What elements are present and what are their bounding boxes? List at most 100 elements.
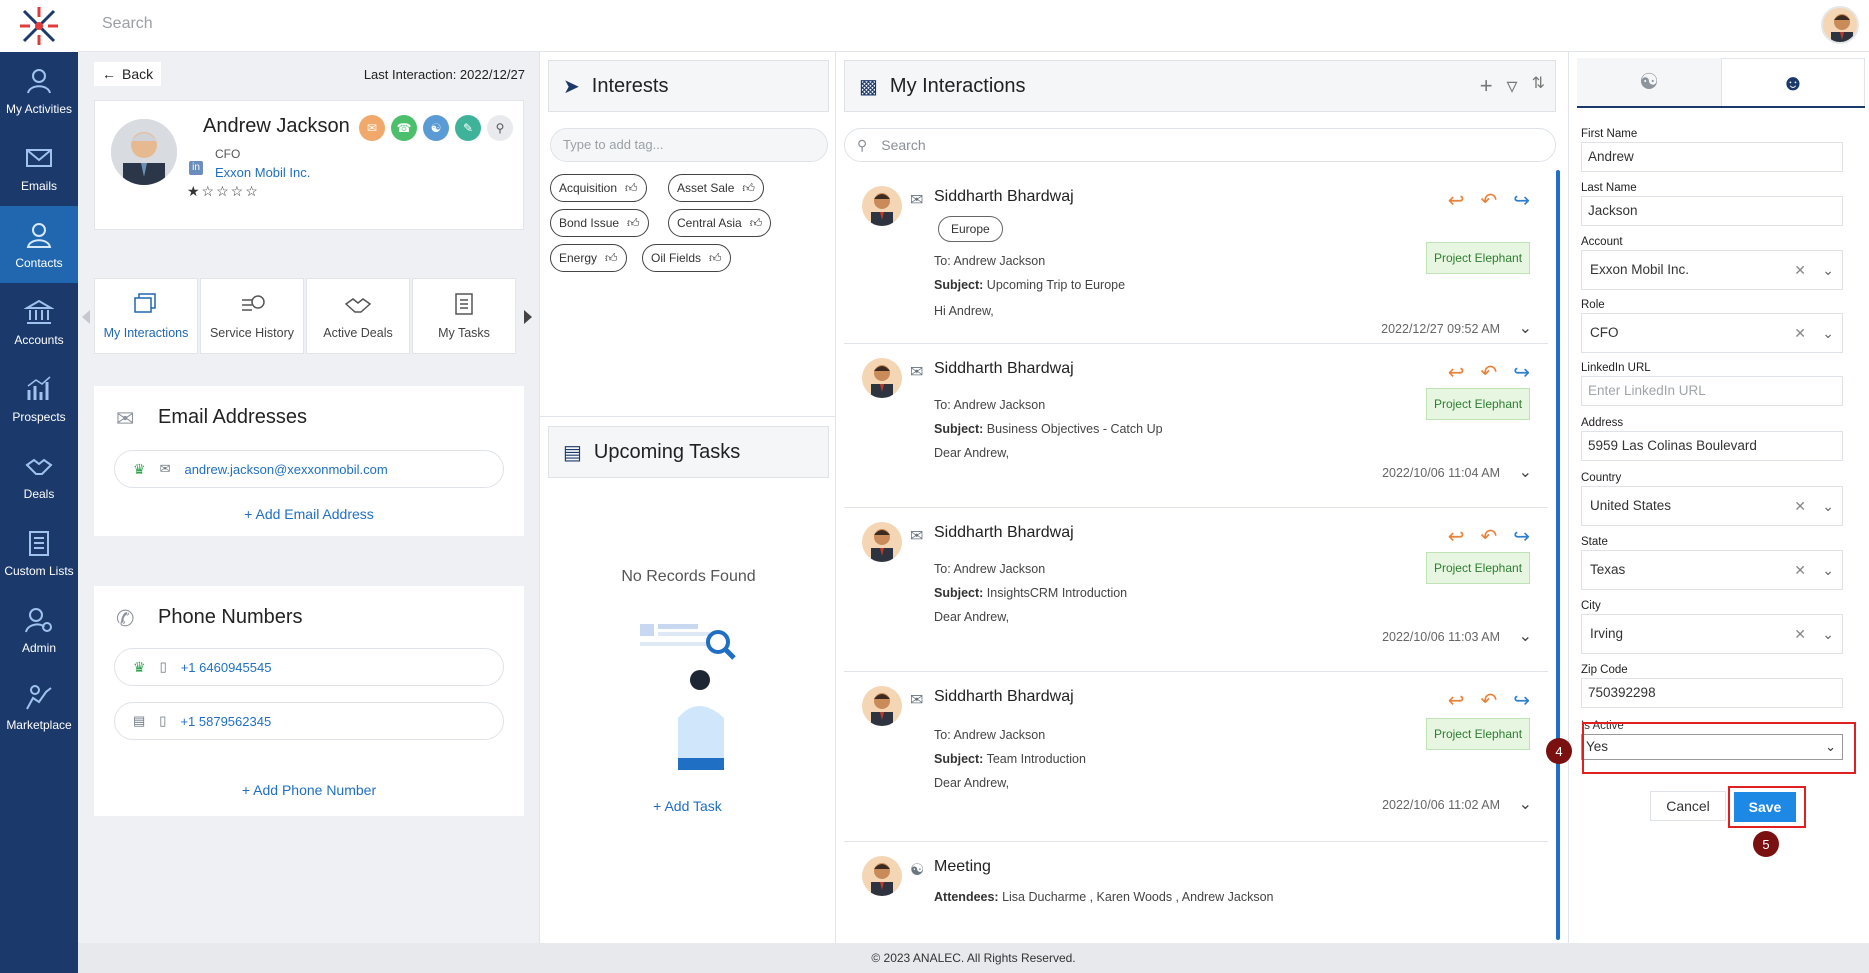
reply-icon[interactable]: ↩ [1448,360,1465,385]
chevron-down-icon[interactable]: ⌄ [1519,794,1532,814]
user-avatar[interactable] [1821,6,1859,44]
last-name-input[interactable]: Jackson [1581,196,1843,226]
phone-item[interactable]: ♛ ▯ +1 6460945545 [114,648,504,686]
nav-accounts[interactable]: Accounts [0,283,78,360]
chevron-down-icon[interactable]: ⌄ [1822,615,1834,653]
project-tag[interactable]: Project Elephant [1426,718,1530,750]
nav-contacts[interactable]: Contacts [0,206,78,283]
filter-icon[interactable]: ▿ [1507,73,1518,99]
interactions-search-input[interactable]: ⚲ Search [844,128,1556,162]
thumbs-up-icon[interactable]: 👍︎ [605,251,618,266]
add-email-link[interactable]: + Add Email Address [94,506,524,522]
chevron-down-icon[interactable]: ⌄ [1822,314,1834,352]
meeting-icon[interactable]: ☯ [423,115,449,141]
nav-emails[interactable]: Emails [0,129,78,206]
nav-admin[interactable]: Admin [0,591,78,668]
forward-icon[interactable]: ↪ [1513,360,1530,385]
app-logo[interactable] [0,0,78,52]
interest-tag[interactable]: Energy 👍︎ [550,244,627,272]
chevron-down-icon[interactable]: ⌄ [1519,626,1532,646]
interest-tag[interactable]: Acquisition 👍︎ [550,174,647,202]
tab-team[interactable]: ☯ [1577,58,1721,106]
thumbs-up-icon[interactable]: 👍︎ [627,216,640,231]
city-select[interactable]: Irving ✕ ⌄ [1581,614,1843,654]
reply-all-icon[interactable]: ↶ [1480,524,1497,549]
global-search-input[interactable]: Search [102,15,153,33]
add-task-link[interactable]: + Add Task [540,798,835,814]
clear-icon[interactable]: ✕ [1794,251,1806,289]
interaction-card[interactable]: ✉ Siddharth Bhardwaj To: Andrew Jackson … [844,508,1548,672]
state-select[interactable]: Texas ✕ ⌄ [1581,550,1843,590]
first-name-input[interactable]: Andrew [1581,142,1843,172]
phone-number[interactable]: +1 5879562345 [180,714,271,729]
scrollbar[interactable] [1556,170,1560,940]
rating-stars[interactable]: ★☆☆☆☆ [187,183,260,200]
region-chip[interactable]: Europe [938,216,1003,242]
add-icon[interactable]: + [1480,73,1493,99]
country-select[interactable]: United States ✕ ⌄ [1581,486,1843,526]
interest-tag[interactable]: Asset Sale 👍︎ [668,174,764,202]
project-tag[interactable]: Project Elephant [1426,242,1530,274]
nav-prospects[interactable]: Prospects [0,360,78,437]
account-select[interactable]: Exxon Mobil Inc. ✕ ⌄ [1581,250,1843,290]
linkedin-input[interactable]: Enter LinkedIn URL [1581,376,1843,406]
interaction-card[interactable]: ✉ Siddharth Bhardwaj To: Andrew Jackson … [844,672,1548,842]
clear-icon[interactable]: ✕ [1794,615,1806,653]
search-icon[interactable]: ⚲ [487,115,513,141]
add-phone-link[interactable]: + Add Phone Number [94,782,524,798]
email-item[interactable]: ♛ ✉ andrew.jackson@xexxonmobil.com [114,450,504,488]
chevron-down-icon[interactable]: ⌄ [1519,462,1532,482]
note-icon[interactable]: ✎ [455,115,481,141]
reply-icon[interactable]: ↩ [1448,688,1465,713]
email-address[interactable]: andrew.jackson@xexxonmobil.com [184,462,387,477]
nav-deals[interactable]: Deals [0,437,78,514]
back-button[interactable]: ← Back [94,62,162,86]
reply-all-icon[interactable]: ↶ [1480,688,1497,713]
interaction-card[interactable]: ☯ Meeting Attendees: Lisa Ducharme , Kar… [844,842,1548,922]
tab-my-interactions[interactable]: My Interactions [94,278,198,354]
zip-input[interactable]: 750392298 [1581,678,1843,708]
email-icon[interactable]: ✉ [359,115,385,141]
phone-icon[interactable]: ☎ [391,115,417,141]
chevron-down-icon[interactable]: ⌄ [1822,551,1834,589]
interaction-card[interactable]: ✉ Siddharth Bhardwaj Europe To: Andrew J… [844,172,1548,344]
thumbs-up-icon[interactable]: 👍︎ [625,181,638,196]
nav-marketplace[interactable]: Marketplace [0,668,78,745]
forward-icon[interactable]: ↪ [1513,188,1530,213]
cancel-button[interactable]: Cancel [1650,791,1726,821]
tab-my-tasks[interactable]: My Tasks [412,278,516,354]
role-select[interactable]: CFO ✕ ⌄ [1581,313,1843,353]
reply-icon[interactable]: ↩ [1448,188,1465,213]
reply-all-icon[interactable]: ↶ [1480,188,1497,213]
clear-icon[interactable]: ✕ [1794,487,1806,525]
tabs-prev-arrow-icon[interactable] [82,310,90,324]
phone-item[interactable]: ▤ ▯ +1 5879562345 [114,702,504,740]
chevron-down-icon[interactable]: ⌄ [1519,318,1532,338]
sort-icon[interactable]: ⇅ [1532,73,1545,99]
phone-number[interactable]: +1 6460945545 [181,660,272,675]
reply-all-icon[interactable]: ↶ [1480,360,1497,385]
interest-tag[interactable]: Oil Fields 👍︎ [642,244,731,272]
tab-active-deals[interactable]: Active Deals [306,278,410,354]
tab-service-history[interactable]: Service History [200,278,304,354]
address-input[interactable]: 5959 Las Colinas Boulevard [1581,431,1843,461]
thumbs-up-icon[interactable]: 👍︎ [742,181,755,196]
thumbs-up-icon[interactable]: 👍︎ [709,251,722,266]
forward-icon[interactable]: ↪ [1513,524,1530,549]
project-tag[interactable]: Project Elephant [1426,552,1530,584]
interest-tag[interactable]: Bond Issue 👍︎ [550,209,649,237]
reply-icon[interactable]: ↩ [1448,524,1465,549]
tabs-next-arrow-icon[interactable] [524,310,532,324]
contact-company[interactable]: Exxon Mobil Inc. [215,165,310,180]
chevron-down-icon[interactable]: ⌄ [1822,251,1834,289]
linkedin-icon[interactable]: in [189,161,203,175]
tab-contact-details[interactable]: ☻ [1721,58,1865,106]
chevron-down-icon[interactable]: ⌄ [1822,487,1834,525]
nav-my-activities[interactable]: My Activities [0,52,78,129]
project-tag[interactable]: Project Elephant [1426,388,1530,420]
forward-icon[interactable]: ↪ [1513,688,1530,713]
clear-icon[interactable]: ✕ [1794,314,1806,352]
interaction-card[interactable]: ✉ Siddharth Bhardwaj To: Andrew Jackson … [844,344,1548,508]
clear-icon[interactable]: ✕ [1794,551,1806,589]
thumbs-up-icon[interactable]: 👍︎ [750,216,763,231]
